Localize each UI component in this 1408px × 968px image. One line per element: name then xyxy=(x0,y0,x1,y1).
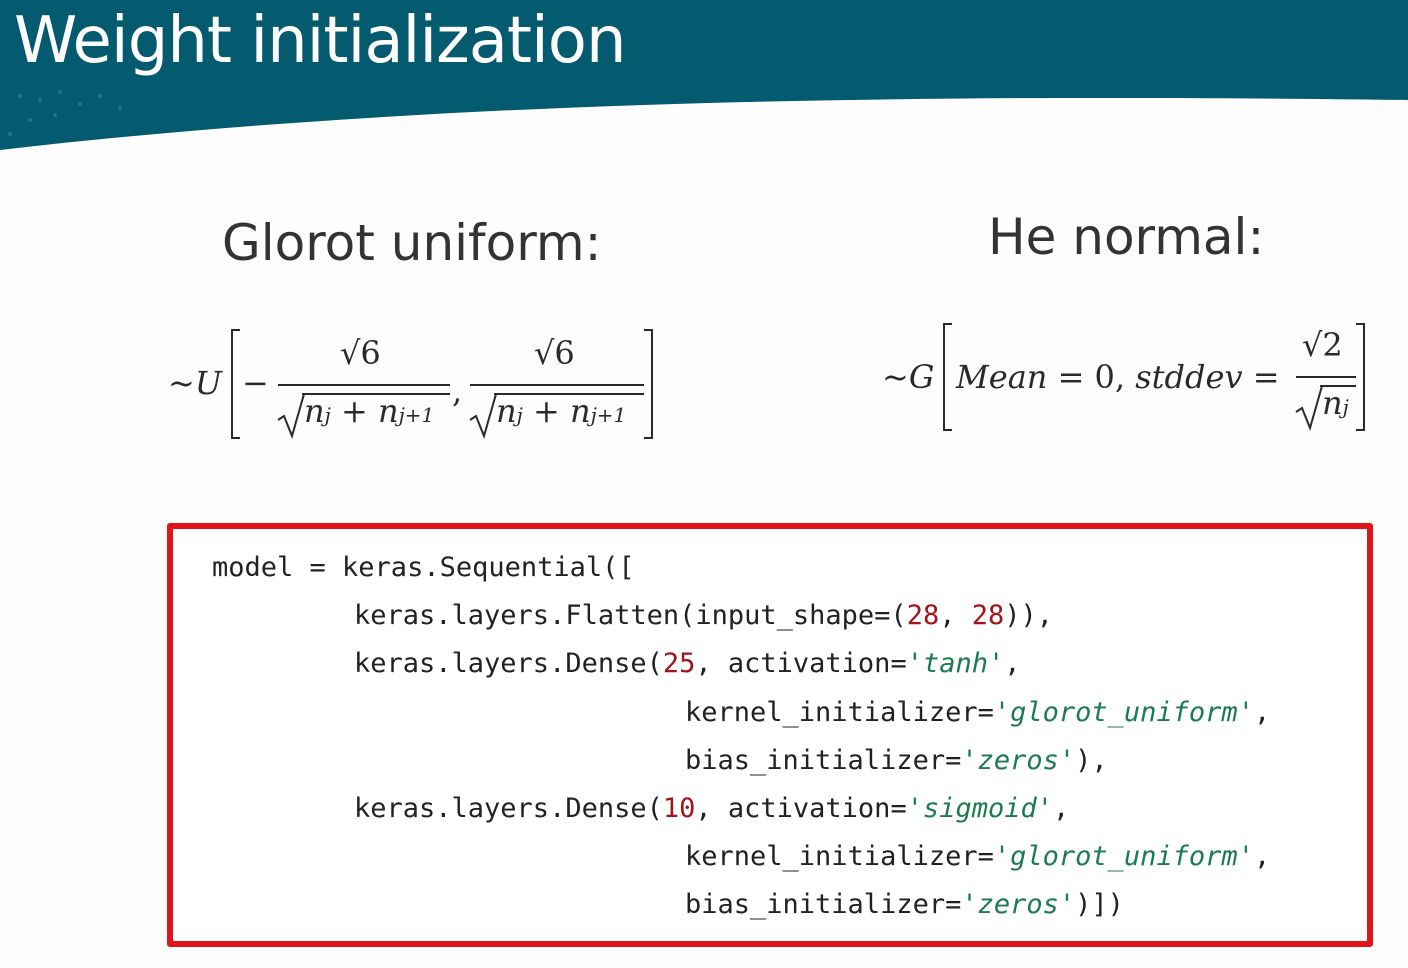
string-literal: 'zeros' xyxy=(961,745,1076,776)
glorot-den-n-3: n xyxy=(496,392,517,430)
code-line-3: keras.layers.Dense(25, activation='tanh'… xyxy=(354,648,1021,679)
code-line-7: kernel_initializer='glorot_uniform', xyxy=(685,841,1271,872)
glorot-numerator-2: √6 xyxy=(534,334,575,372)
glorot-distribution-symbol: ~U xyxy=(168,364,222,402)
he-den-sub: j xyxy=(1342,395,1349,419)
number-literal: 25 xyxy=(662,648,696,679)
glorot-den-n-1: n xyxy=(304,392,325,430)
he-numerator: √2 xyxy=(1302,326,1343,364)
he-mean-label: Mean xyxy=(956,358,1048,396)
code-line-4: kernel_initializer='glorot_uniform', xyxy=(685,697,1271,728)
minus-sign: − xyxy=(242,364,269,402)
sqrt-icon xyxy=(1295,385,1323,432)
number-literal: 10 xyxy=(662,793,696,824)
right-bracket-icon xyxy=(644,329,653,439)
sqrt-icon xyxy=(469,393,497,440)
code-line-8: bias_initializer='zeros')]) xyxy=(685,889,1124,920)
string-literal: 'glorot_uniform' xyxy=(993,841,1254,872)
number-literal: 28 xyxy=(971,600,1005,631)
glorot-den-sub-3: j xyxy=(516,403,523,427)
glorot-den-n-4: n xyxy=(569,392,591,430)
left-bracket-icon xyxy=(943,323,952,431)
code-line-6: keras.layers.Dense(10, activation='sigmo… xyxy=(354,793,1070,824)
he-distribution-symbol: ~G xyxy=(882,358,935,396)
glorot-numerator-1: √6 xyxy=(340,334,381,372)
code-line-1: model = keras.Sequential([ xyxy=(212,552,635,583)
glorot-den-n-2: n xyxy=(377,392,399,430)
sqrt-icon xyxy=(277,393,305,440)
code-block xyxy=(167,523,1373,947)
glorot-den-sub-1: j xyxy=(324,403,331,427)
glorot-heading: Glorot uniform: xyxy=(222,214,602,272)
slide-title: Weight initialization xyxy=(14,4,626,78)
he-zero: 0, xyxy=(1094,358,1126,396)
glorot-comma: , xyxy=(452,372,463,410)
plus-sign: + xyxy=(340,392,368,430)
plus-sign: + xyxy=(532,392,560,430)
code-line-2: keras.layers.Flatten(input_shape=(28, 28… xyxy=(354,600,1054,631)
right-bracket-icon xyxy=(1356,323,1365,431)
he-den-n: n xyxy=(1322,384,1343,422)
string-literal: 'zeros' xyxy=(961,889,1076,920)
glorot-den-sub-2: j+1 xyxy=(398,403,435,427)
string-literal: 'tanh' xyxy=(906,648,1005,679)
number-literal: 28 xyxy=(906,600,940,631)
he-equals-2: = xyxy=(1252,358,1280,396)
glorot-den-sub-4: j+1 xyxy=(590,403,627,427)
string-literal: 'glorot_uniform' xyxy=(993,697,1254,728)
he-heading: He normal: xyxy=(988,208,1265,266)
he-stddev-label: stddev xyxy=(1135,358,1243,396)
he-equals-1: = xyxy=(1057,358,1085,396)
code-line-5: bias_initializer='zeros'), xyxy=(685,745,1108,776)
string-literal: 'sigmoid' xyxy=(906,793,1054,824)
